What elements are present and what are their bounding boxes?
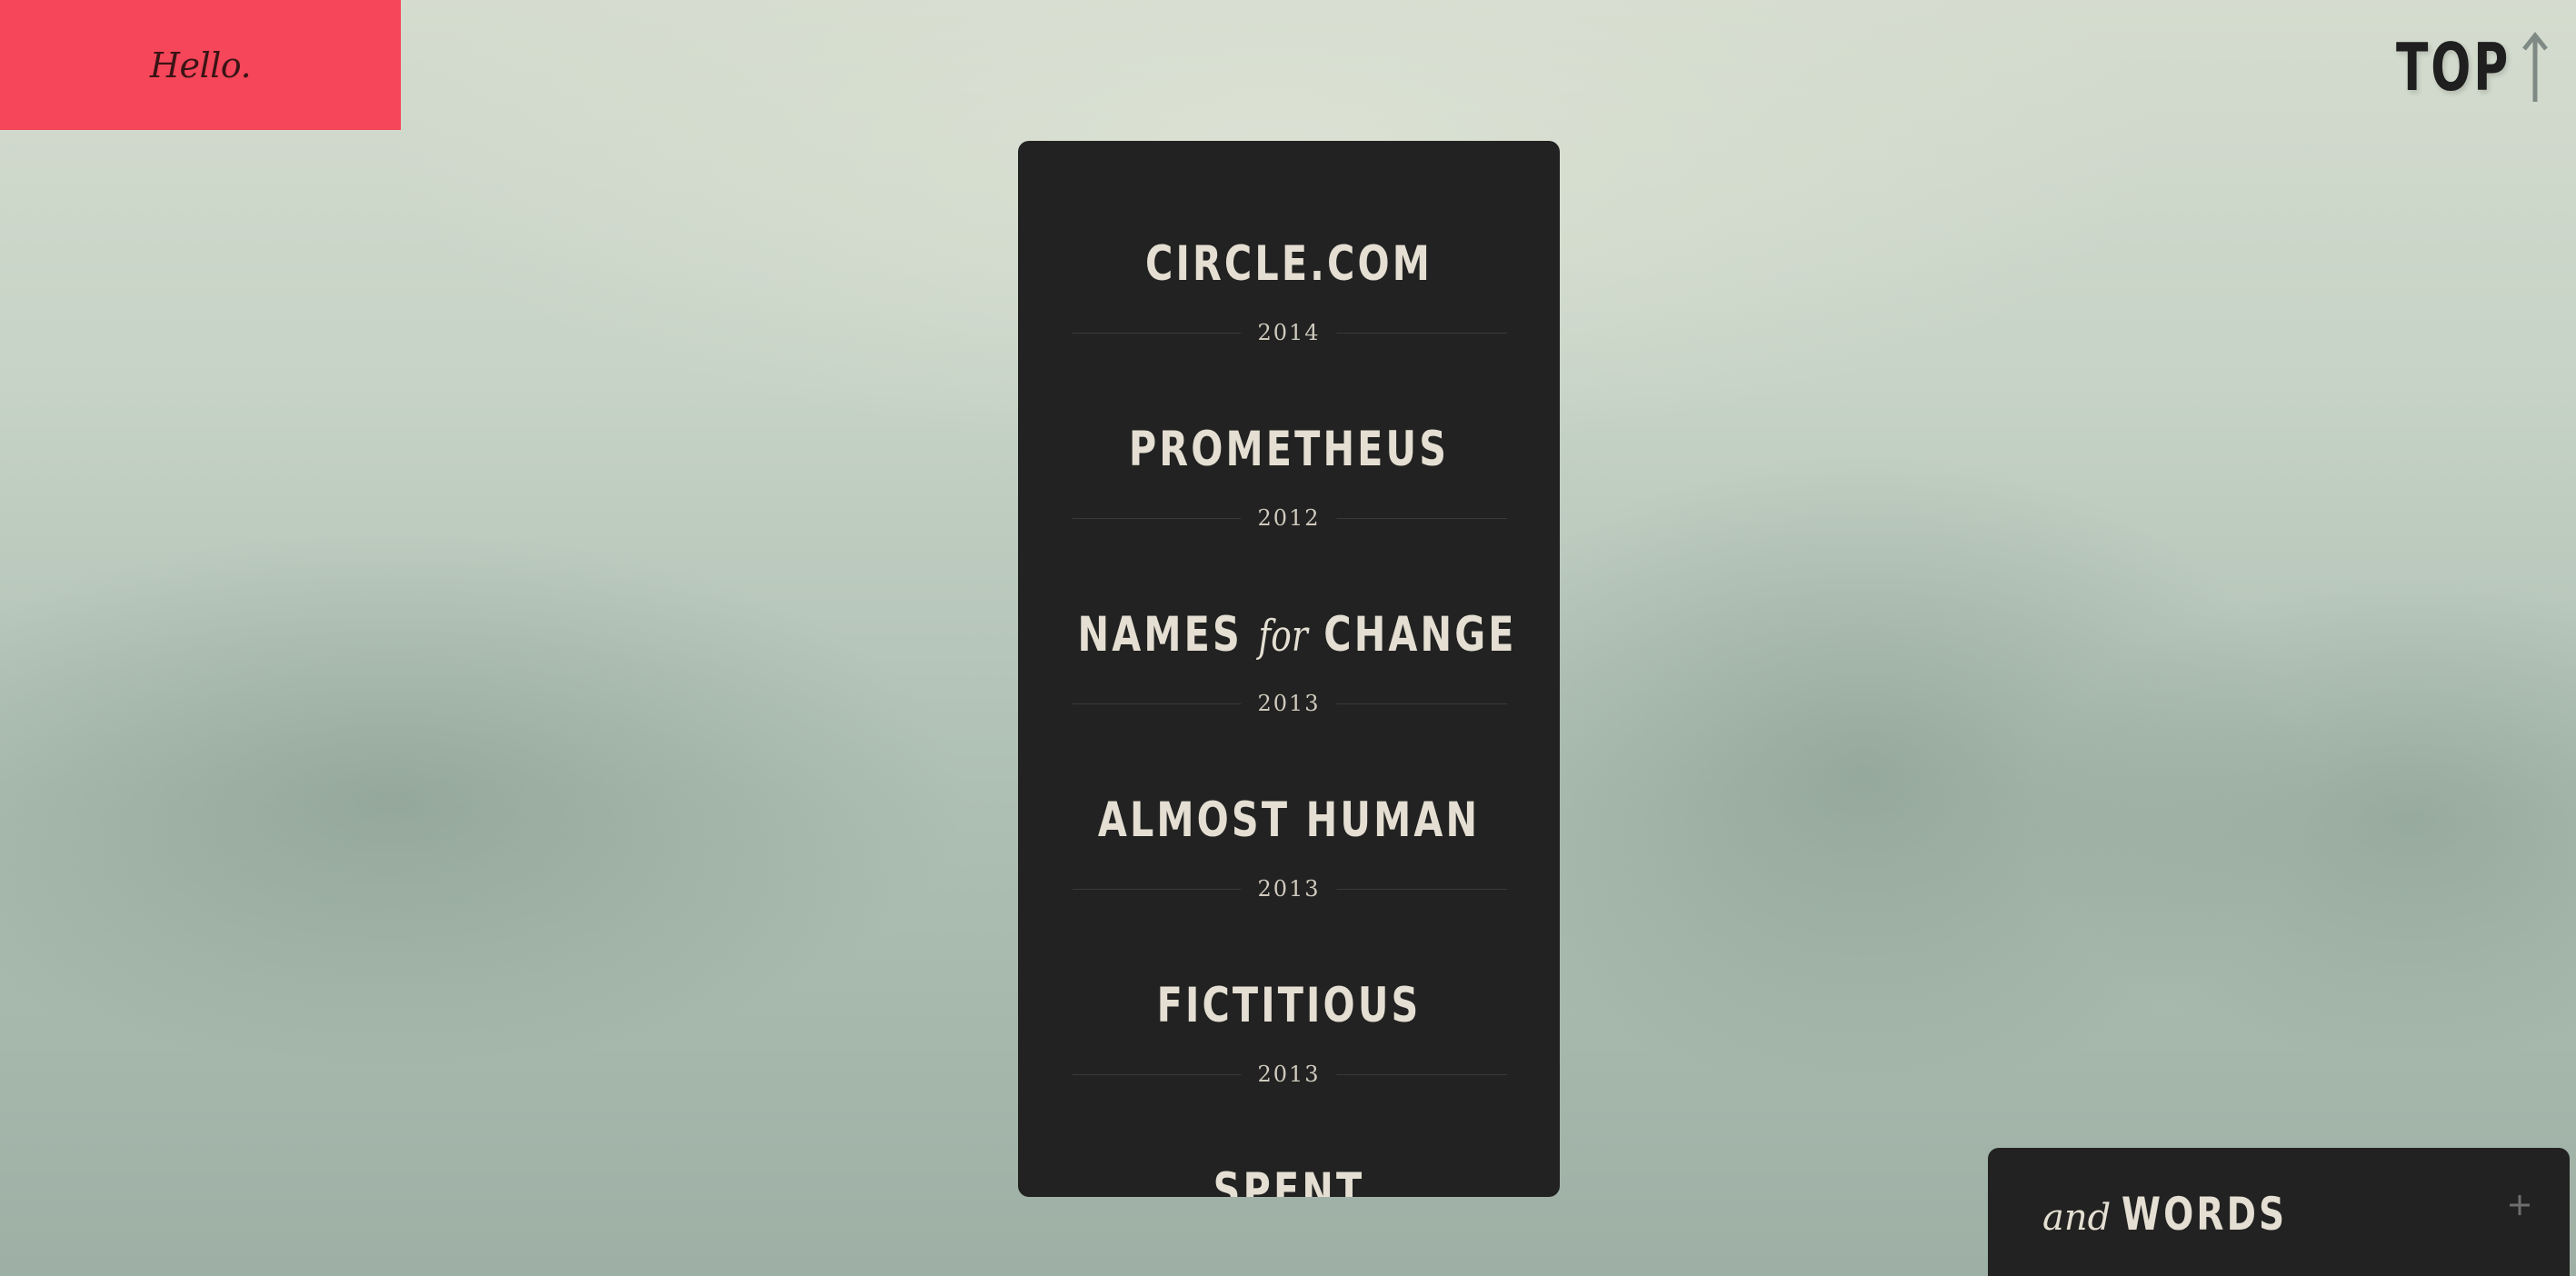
project-title: NAMES for CHANGE xyxy=(1077,607,1514,663)
project-item-spent[interactable]: SPENT xyxy=(1018,1068,1560,1198)
greeting-label: Hello. xyxy=(149,45,252,85)
plus-icon[interactable] xyxy=(2506,1191,2533,1219)
arrow-up-icon xyxy=(2522,31,2548,102)
project-title: PROMETHEUS xyxy=(1128,422,1450,477)
project-item-circle[interactable]: CIRCLE.COM 2014 xyxy=(1018,141,1560,350)
words-panel-and: and xyxy=(2042,1197,2112,1239)
project-title: FICTITIOUS xyxy=(1156,978,1422,1033)
project-title: CIRCLE.COM xyxy=(1144,236,1433,292)
project-item-names-for-change[interactable]: NAMES for CHANGE 2013 xyxy=(1018,512,1560,721)
project-item-fictitious[interactable]: FICTITIOUS 2013 xyxy=(1018,882,1560,1092)
top-label: TOP xyxy=(2395,29,2511,105)
words-panel-label: and WORDS xyxy=(2042,1188,2334,1241)
words-panel[interactable]: and WORDS xyxy=(1988,1148,2570,1276)
title-part: NAMES xyxy=(1077,607,1243,663)
project-item-almost-human[interactable]: ALMOST HUMAN 2013 xyxy=(1018,697,1560,906)
title-part: CHANGE xyxy=(1323,607,1517,663)
words-panel-title: WORDS xyxy=(2122,1188,2288,1241)
back-to-top-link[interactable]: TOP xyxy=(2351,31,2551,104)
title-connector: for xyxy=(1258,611,1308,662)
project-title: ALMOST HUMAN xyxy=(1097,793,1481,848)
project-item-prometheus[interactable]: PROMETHEUS 2012 xyxy=(1018,326,1560,535)
projects-list: CIRCLE.COM 2014 PROMETHEUS 2012 NAMES fo… xyxy=(1018,141,1560,1197)
hello-tab[interactable]: Hello. xyxy=(0,0,401,130)
project-title: SPENT xyxy=(1213,1163,1365,1198)
